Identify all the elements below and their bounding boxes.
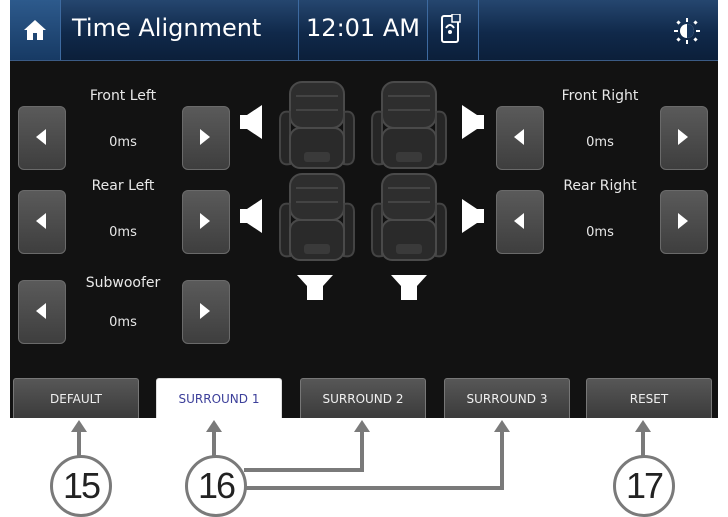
callout-17: 17	[613, 455, 675, 517]
callout-16: 16	[185, 455, 247, 517]
callout-leader-lines	[71, 420, 651, 490]
callout-15: 15	[50, 455, 112, 517]
